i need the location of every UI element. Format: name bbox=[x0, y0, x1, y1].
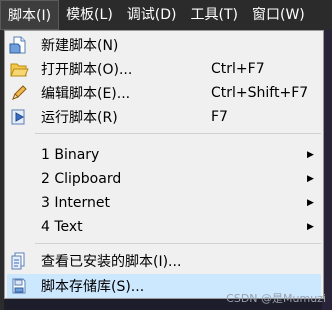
open-folder-icon bbox=[9, 59, 29, 79]
text-label: 4 Text bbox=[41, 219, 83, 235]
submenu-arrow-icon: ▶ bbox=[307, 174, 314, 184]
watermark: CSDN @是Mumuzi bbox=[226, 292, 326, 305]
open-script-shortcut: Ctrl+F7 bbox=[211, 61, 265, 77]
script-repository-label: 脚本存储库(S)... bbox=[41, 279, 145, 295]
submenu-clipboard[interactable]: 2 Clipboard ▶ bbox=[7, 167, 321, 191]
submenu-internet[interactable]: 3 Internet ▶ bbox=[7, 191, 321, 215]
run-script-shortcut: F7 bbox=[211, 109, 228, 125]
menu-tools[interactable]: 工具(T) bbox=[184, 0, 245, 30]
menu-script[interactable]: 脚本(I) bbox=[0, 0, 60, 30]
new-script-item[interactable]: 新建脚本(N) bbox=[7, 33, 321, 57]
submenu-binary[interactable]: 1 Binary ▶ bbox=[7, 143, 321, 167]
run-script-icon bbox=[9, 107, 29, 127]
submenu-arrow-icon: ▶ bbox=[307, 222, 314, 232]
submenu-text[interactable]: 4 Text ▶ bbox=[7, 215, 321, 239]
menu-debug[interactable]: 调试(D) bbox=[120, 0, 184, 30]
binary-label: 1 Binary bbox=[41, 147, 100, 163]
menu-window[interactable]: 窗口(W) bbox=[245, 0, 312, 30]
menu-separator bbox=[35, 133, 321, 134]
script-repository-icon bbox=[9, 276, 29, 296]
menu-separator bbox=[35, 243, 321, 244]
installed-scripts-item[interactable]: 查看已安装的脚本(I)... bbox=[7, 249, 321, 273]
submenu-arrow-icon: ▶ bbox=[307, 198, 314, 208]
installed-scripts-label: 查看已安装的脚本(I)... bbox=[41, 254, 182, 270]
run-script-item[interactable]: 运行脚本(R) F7 bbox=[7, 105, 321, 129]
open-script-item[interactable]: 打开脚本(O)... Ctrl+F7 bbox=[7, 57, 321, 81]
clipboard-label: 2 Clipboard bbox=[41, 171, 122, 187]
submenu-arrow-icon: ▶ bbox=[307, 150, 314, 160]
edit-pencil-icon bbox=[9, 83, 29, 103]
new-script-label: 新建脚本(N) bbox=[41, 38, 119, 54]
run-script-label: 运行脚本(R) bbox=[41, 110, 118, 126]
edit-script-label: 编辑脚本(E)... bbox=[41, 86, 131, 102]
edit-script-item[interactable]: 编辑脚本(E)... Ctrl+Shift+F7 bbox=[7, 81, 321, 105]
menu-template[interactable]: 模板(L) bbox=[59, 0, 120, 30]
menubar: 脚本(I) 模板(L) 调试(D) 工具(T) 窗口(W) bbox=[0, 0, 332, 30]
script-dropdown-menu: 新建脚本(N) 打开脚本(O)... Ctrl+F7 编辑脚本(E)... Ct… bbox=[4, 30, 324, 299]
installed-scripts-icon bbox=[9, 251, 29, 271]
internet-label: 3 Internet bbox=[41, 195, 110, 211]
open-script-label: 打开脚本(O)... bbox=[41, 62, 133, 78]
edit-script-shortcut: Ctrl+Shift+F7 bbox=[211, 85, 309, 101]
new-script-icon bbox=[9, 35, 29, 55]
